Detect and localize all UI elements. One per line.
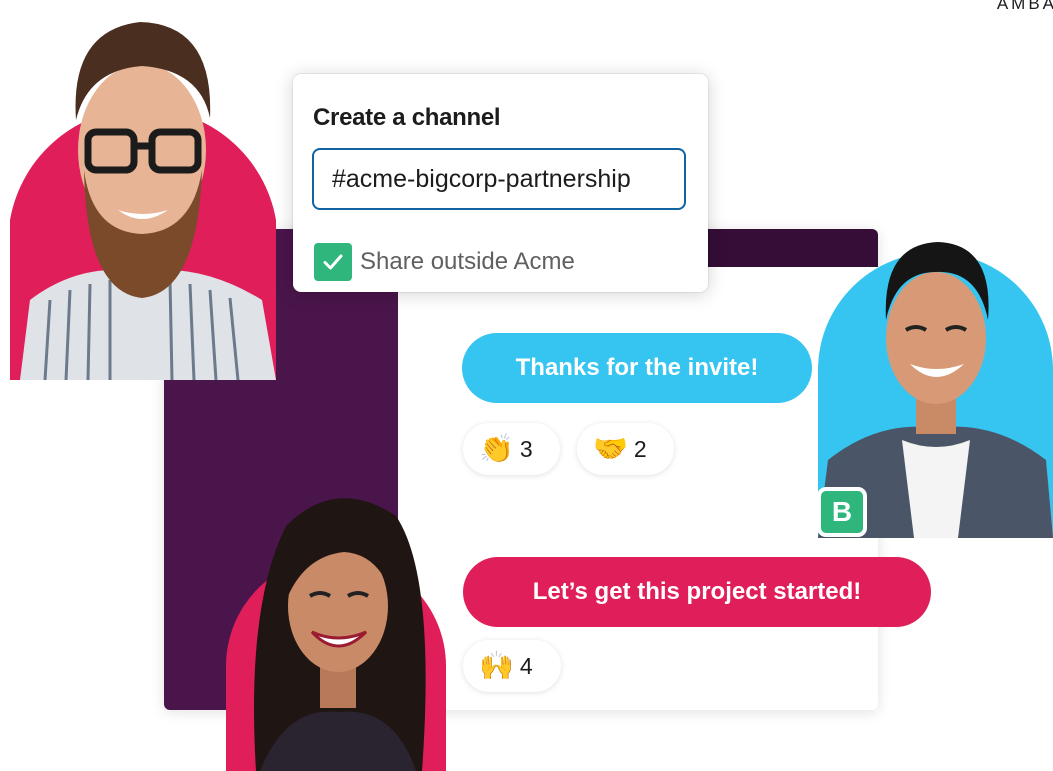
clapping-hands-icon: 👏 (479, 433, 514, 464)
checkmark-icon (323, 254, 343, 270)
workspace-badge: B (817, 487, 867, 537)
raised-hands-icon: 🙌 (479, 650, 514, 681)
modal-title: Create a channel (313, 104, 501, 131)
share-outside-label: Share outside Acme (360, 248, 575, 275)
channel-name-input[interactable] (312, 148, 686, 210)
reaction-count: 3 (519, 435, 533, 462)
reaction-raised-hands[interactable]: 🙌 4 (463, 640, 561, 692)
reaction-count: 4 (519, 652, 533, 679)
reaction-handshake[interactable]: 🤝 2 (577, 423, 674, 475)
bearded-man-avatar (0, 0, 280, 380)
smiling-woman-avatar (226, 486, 446, 771)
handshake-icon: 🤝 (593, 433, 628, 464)
share-outside-option[interactable]: Share outside Acme (314, 242, 575, 282)
share-outside-checkbox[interactable] (314, 243, 352, 281)
message-bubble-project: Let’s get this project started! (463, 557, 931, 627)
message-bubble-thanks: Thanks for the invite! (462, 333, 812, 403)
reaction-clap[interactable]: 👏 3 (463, 423, 560, 475)
reaction-count: 2 (633, 435, 647, 462)
corner-text: AMBA (996, 0, 1053, 13)
create-channel-modal: Create a channel Share outside Acme (293, 74, 708, 292)
